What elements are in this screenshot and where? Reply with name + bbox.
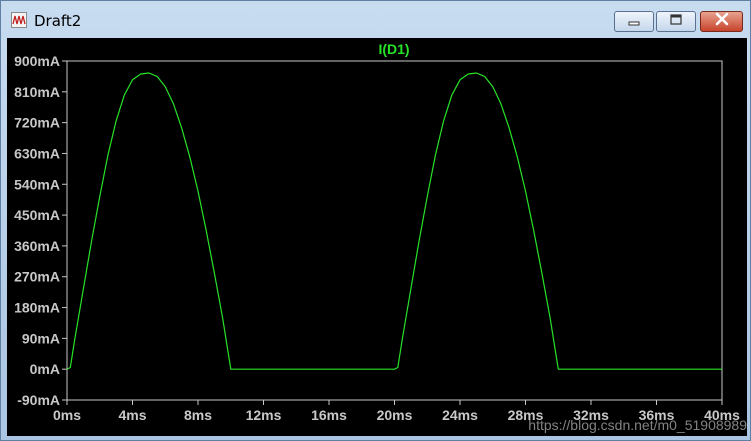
app-window: Draft2 I(D1) 900mA 810mA 720mA 630mA 540mA 45… <box>0 0 751 441</box>
y-tick-label: 900mA <box>14 53 60 69</box>
x-tick-label: 0ms <box>53 407 81 423</box>
window-title: Draft2 <box>34 12 82 30</box>
y-tick-label: 270mA <box>14 269 60 285</box>
x-tick-label: 4ms <box>118 407 146 423</box>
x-tick-label: 12ms <box>246 407 282 423</box>
y-tick-label: 360mA <box>14 238 60 254</box>
watermark-text: https://blog.csdn.net/m0_51908989 <box>528 417 747 433</box>
y-tick-label: 540mA <box>14 176 60 192</box>
close-icon <box>714 12 730 31</box>
waveform-chart: I(D1) 900mA 810mA 720mA 630mA 540mA 450mA 360m… <box>14 41 747 433</box>
close-button[interactable] <box>700 11 743 32</box>
minimize-icon <box>627 13 641 31</box>
y-tick-label: 810mA <box>14 84 60 100</box>
y-tick-label: 450mA <box>14 207 60 223</box>
trace-line-i-d1 <box>66 72 722 370</box>
maximize-icon <box>669 13 683 31</box>
y-tick-label: 180mA <box>14 300 60 316</box>
maximize-button[interactable] <box>656 11 696 32</box>
y-tick-label: 0mA <box>30 361 60 377</box>
x-tick-label: 8ms <box>184 407 212 423</box>
y-axis: 900mA 810mA 720mA 630mA 540mA 450mA 360mA 270mA… <box>14 53 67 408</box>
traces <box>66 72 722 370</box>
title-bar[interactable]: Draft2 <box>1 1 750 41</box>
x-tick-label: 16ms <box>311 407 347 423</box>
ltspice-app-icon <box>11 12 27 28</box>
minimize-button[interactable] <box>614 11 654 32</box>
plot-frame <box>66 60 723 401</box>
y-tick-label: 720mA <box>14 115 60 131</box>
trace-title[interactable]: I(D1) <box>378 41 409 57</box>
x-tick-label: 20ms <box>377 407 413 423</box>
x-tick-label: 24ms <box>442 407 478 423</box>
y-tick-label: 90mA <box>22 330 60 346</box>
y-tick-label: 630mA <box>14 145 60 161</box>
waveform-plot-pane[interactable]: I(D1) 900mA 810mA 720mA 630mA 540mA 450mA 360m… <box>7 38 747 436</box>
y-tick-label: -90mA <box>17 392 60 408</box>
